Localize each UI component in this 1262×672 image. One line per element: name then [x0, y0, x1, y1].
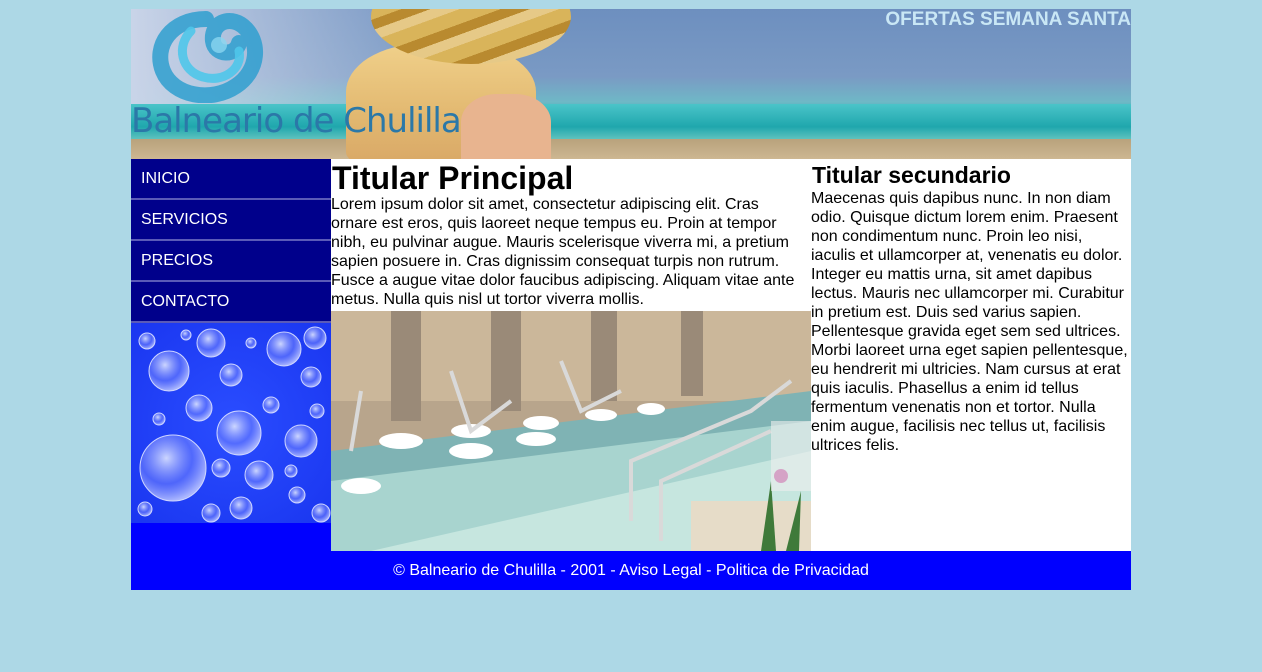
sidebar-content: Titular secundario Maecenas quis dapibus…: [811, 159, 1131, 551]
bubbles-image: [131, 323, 331, 523]
nav-item-inicio[interactable]: INICIO: [131, 159, 331, 200]
footer: © Balneario de Chulilla - 2001 - Aviso L…: [393, 562, 869, 579]
side-paragraph: Maecenas quis dapibus nunc. In non diam …: [811, 190, 1128, 454]
nav-item-precios[interactable]: PRECIOS: [131, 241, 331, 282]
spa-pool-image: [331, 311, 811, 551]
logo-swirl-icon[interactable]: [151, 11, 266, 103]
page-wrapper: Balneario de Chulilla OFERTAS SEMANA SAN…: [131, 9, 1131, 590]
main-title: Titular Principal: [332, 160, 574, 196]
main-paragraph: Lorem ipsum dolor sit amet, consectetur …: [331, 196, 795, 308]
site-name-logo[interactable]: Balneario de Chulilla: [131, 101, 462, 141]
nav-item-contacto[interactable]: CONTACTO: [131, 282, 331, 323]
side-title: Titular secundario: [812, 162, 1011, 188]
main-content: Titular Principal Lorem ipsum dolor sit …: [331, 159, 811, 551]
main-nav: INICIO SERVICIOS PRECIOS CONTACTO: [131, 159, 331, 323]
header-banner: Balneario de Chulilla OFERTAS SEMANA SAN…: [131, 9, 1131, 159]
promo-link[interactable]: OFERTAS SEMANA SANTA: [885, 9, 1131, 31]
nav-item-servicios[interactable]: SERVICIOS: [131, 200, 331, 241]
